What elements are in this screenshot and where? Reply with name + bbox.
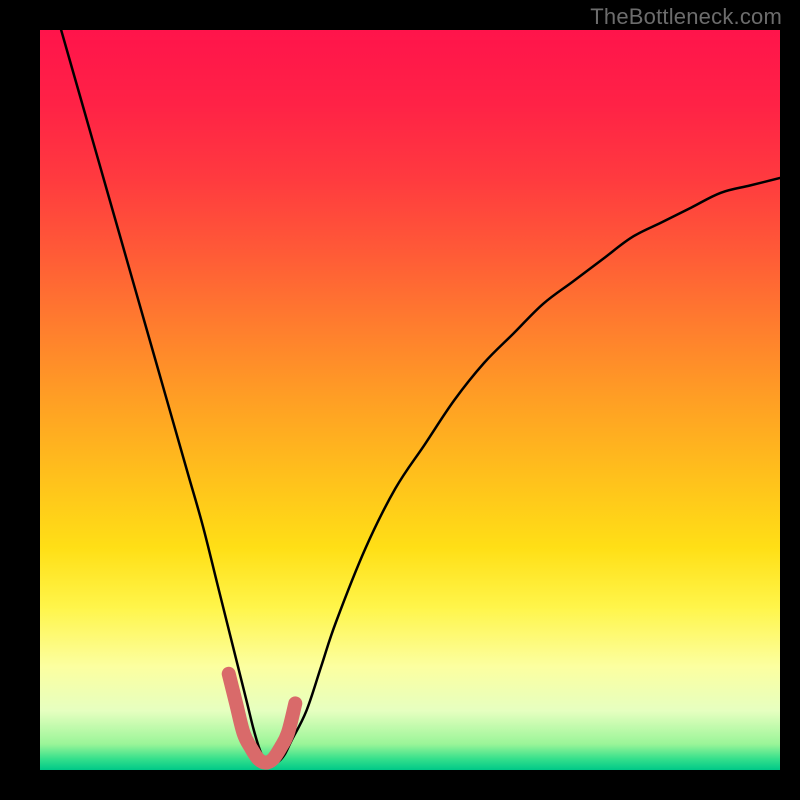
plot-area: [40, 30, 780, 770]
watermark-text: TheBottleneck.com: [590, 4, 782, 30]
chart-container: TheBottleneck.com: [0, 0, 800, 800]
highlight-segment: [229, 674, 296, 763]
bottleneck-curve: [40, 30, 780, 764]
chart-curves: [40, 30, 780, 770]
